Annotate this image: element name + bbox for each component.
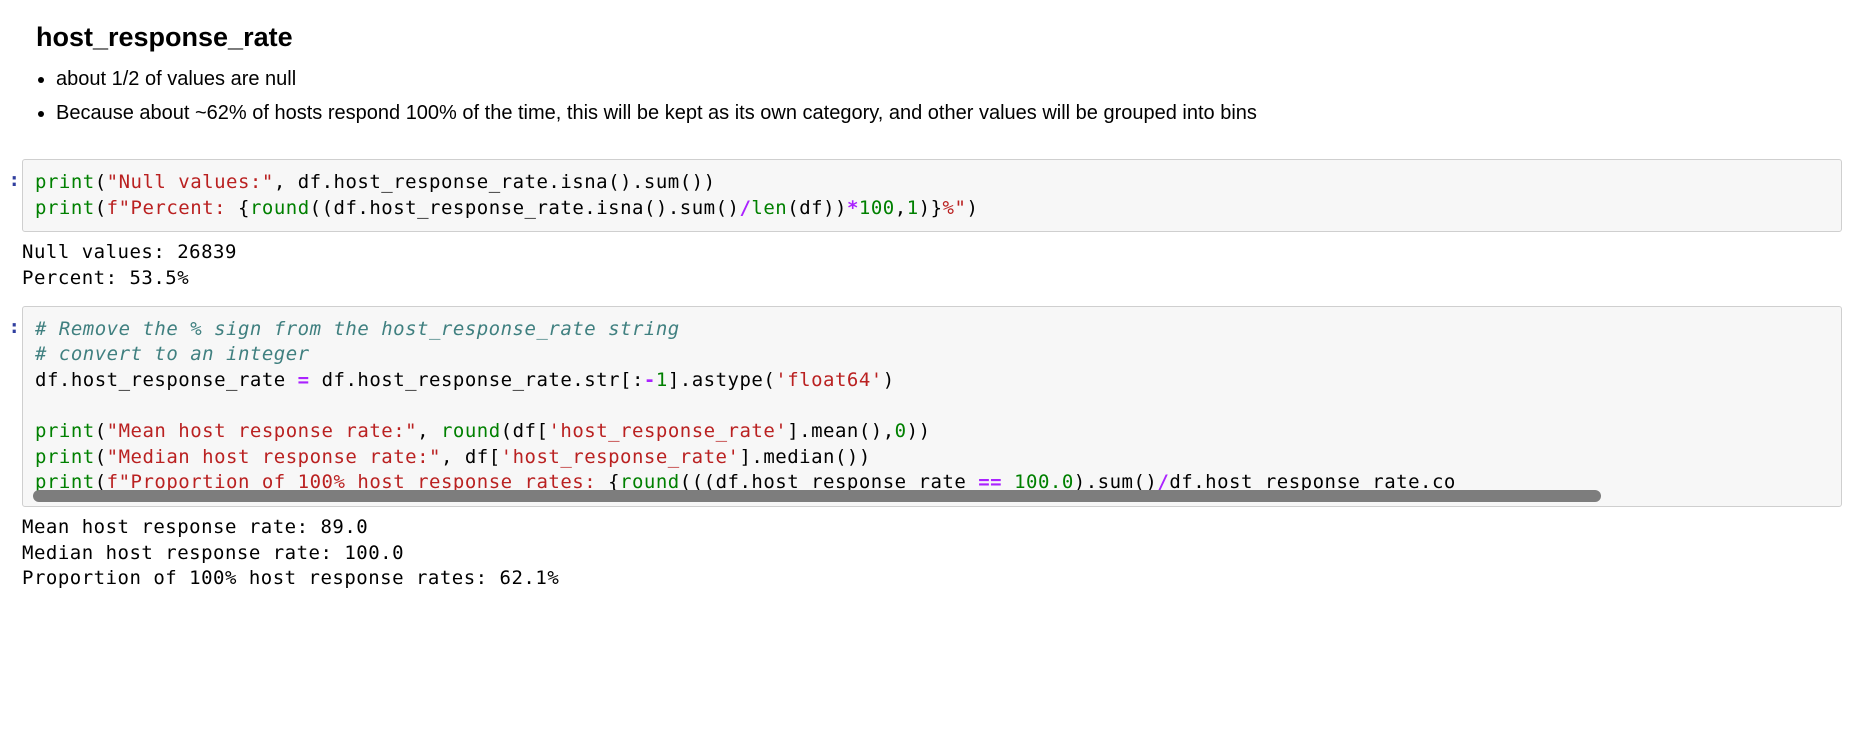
list-item: Because about ~62% of hosts respond 100%… (56, 97, 1858, 129)
token-number: 0 (895, 420, 907, 442)
token-builtin: print (35, 420, 95, 442)
token-op: - (644, 369, 656, 391)
code-output-area: Mean host response rate: 89.0 Median hos… (22, 515, 1858, 592)
token-op: * (847, 197, 859, 219)
input-prompt: : (0, 159, 22, 191)
token-op: / (739, 197, 751, 219)
token: ) (966, 197, 978, 219)
token: ( (95, 420, 107, 442)
token: ].median()) (739, 446, 870, 468)
token: ].astype( (668, 369, 775, 391)
token: ( (95, 171, 107, 193)
token-fstring: %" (943, 197, 967, 219)
token: { (238, 197, 250, 219)
token: ( (95, 446, 107, 468)
token: (df[ (501, 420, 549, 442)
token-string: "Median host response rate:" (107, 446, 441, 468)
token-string: "Null values:" (107, 171, 274, 193)
token-number: 1 (907, 197, 919, 219)
horizontal-scrollbar[interactable] (33, 490, 1601, 502)
token-op: = (298, 369, 310, 391)
bullet-list: about 1/2 of values are null Because abo… (56, 63, 1858, 129)
code-input-area[interactable]: print("Null values:", df.host_response_r… (22, 159, 1842, 232)
token: , df.host_response_rate.isna().sum()) (274, 171, 716, 193)
token: ].mean(), (787, 420, 894, 442)
code-output-area: Null values: 26839 Percent: 53.5% (22, 240, 1858, 291)
token: } (931, 197, 943, 219)
code-cell: : # Remove the % sign from the host_resp… (0, 306, 1858, 507)
token: , (417, 420, 441, 442)
token: (df)) (787, 197, 847, 219)
token-comment: # Remove the % sign from the host_respon… (35, 318, 680, 340)
input-prompt: : (0, 306, 22, 338)
token-builtin: len (751, 197, 787, 219)
token-number: 100 (859, 197, 895, 219)
token: df.host_response_rate (35, 369, 298, 391)
token: ( (95, 197, 107, 219)
token-builtin: round (250, 197, 310, 219)
token-string: 'float64' (775, 369, 882, 391)
code-input-area[interactable]: # Remove the % sign from the host_respon… (22, 306, 1842, 507)
token: , (895, 197, 907, 219)
token: ) (919, 197, 931, 219)
output-text: Null values: 26839 Percent: 53.5% (22, 240, 1858, 291)
token-builtin: print (35, 446, 95, 468)
output-text: Mean host response rate: 89.0 Median hos… (22, 515, 1858, 592)
section-heading: host_response_rate (36, 22, 1858, 53)
token: df.host_response_rate.str[: (310, 369, 644, 391)
token-fstring: f"Percent: (107, 197, 238, 219)
token-builtin: print (35, 171, 95, 193)
token-string: 'host_response_rate' (501, 446, 740, 468)
token: , df[ (441, 446, 501, 468)
token-builtin: print (35, 197, 95, 219)
token-number: 1 (656, 369, 668, 391)
token-builtin: round (441, 420, 501, 442)
token: ) (883, 369, 895, 391)
token: )) (907, 420, 931, 442)
code-cell: : print("Null values:", df.host_response… (0, 159, 1858, 232)
token: ((df.host_response_rate.isna().sum() (310, 197, 740, 219)
list-item: about 1/2 of values are null (56, 63, 1858, 95)
token-comment: # convert to an integer (35, 343, 310, 365)
token-string: 'host_response_rate' (548, 420, 787, 442)
token-string: "Mean host response rate:" (107, 420, 417, 442)
